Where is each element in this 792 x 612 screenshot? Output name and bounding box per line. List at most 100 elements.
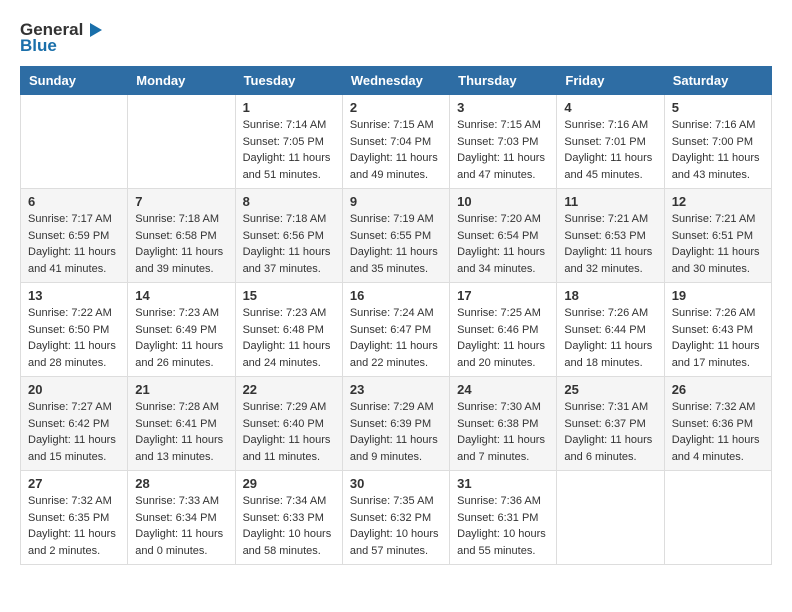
- calendar-cell: 20 Sunrise: 7:27 AM Sunset: 6:42 PM Dayli…: [21, 377, 128, 471]
- day-info: Sunrise: 7:18 AM Sunset: 6:56 PM Dayligh…: [243, 211, 335, 277]
- day-number: 20: [28, 382, 120, 397]
- calendar-cell: 3Sunrise: 7:15 AM Sunset: 7:03 PM Daylig…: [450, 95, 557, 189]
- calendar-week-2: 6 Sunrise: 7:17 AM Sunset: 6:59 PM Daylig…: [21, 189, 772, 283]
- calendar-cell: 19 Sunrise: 7:26 AM Sunset: 6:43 PM Dayli…: [664, 283, 771, 377]
- calendar-header: SundayMondayTuesdayWednesdayThursdayFrid…: [21, 67, 772, 95]
- calendar-cell: 12 Sunrise: 7:21 AM Sunset: 6:51 PM Dayli…: [664, 189, 771, 283]
- weekday-header-friday: Friday: [557, 67, 664, 95]
- day-number: 8: [243, 194, 335, 209]
- day-number: 19: [672, 288, 764, 303]
- page-header: General Blue: [20, 20, 772, 56]
- calendar-cell: 18 Sunrise: 7:26 AM Sunset: 6:44 PM Dayli…: [557, 283, 664, 377]
- calendar-cell: 5 Sunrise: 7:16 AM Sunset: 7:00 PM Daylig…: [664, 95, 771, 189]
- day-number: 10: [457, 194, 549, 209]
- day-info: Sunrise: 7:32 AM Sunset: 6:36 PM Dayligh…: [672, 399, 764, 465]
- day-number: 9: [350, 194, 442, 209]
- calendar-cell: 15 Sunrise: 7:23 AM Sunset: 6:48 PM Dayli…: [235, 283, 342, 377]
- calendar-table: SundayMondayTuesdayWednesdayThursdayFrid…: [20, 66, 772, 565]
- day-info: Sunrise: 7:30 AM Sunset: 6:38 PM Dayligh…: [457, 399, 549, 465]
- day-info: Sunrise: 7:14 AM Sunset: 7:05 PM Dayligh…: [243, 117, 335, 183]
- calendar-cell: 22Sunrise: 7:29 AM Sunset: 6:40 PM Dayli…: [235, 377, 342, 471]
- calendar-cell: 2 Sunrise: 7:15 AM Sunset: 7:04 PM Daylig…: [342, 95, 449, 189]
- day-info: Sunrise: 7:25 AM Sunset: 6:46 PM Dayligh…: [457, 305, 549, 371]
- day-number: 14: [135, 288, 227, 303]
- weekday-header-monday: Monday: [128, 67, 235, 95]
- calendar-cell: 30 Sunrise: 7:35 AM Sunset: 6:32 PM Dayli…: [342, 471, 449, 565]
- day-number: 13: [28, 288, 120, 303]
- day-number: 5: [672, 100, 764, 115]
- day-info: Sunrise: 7:23 AM Sunset: 6:49 PM Dayligh…: [135, 305, 227, 371]
- calendar-cell: [664, 471, 771, 565]
- calendar-cell: [557, 471, 664, 565]
- day-number: 30: [350, 476, 442, 491]
- calendar-week-5: 27 Sunrise: 7:32 AM Sunset: 6:35 PM Dayli…: [21, 471, 772, 565]
- day-info: Sunrise: 7:34 AM Sunset: 6:33 PM Dayligh…: [243, 493, 335, 559]
- calendar-week-3: 13 Sunrise: 7:22 AM Sunset: 6:50 PM Dayli…: [21, 283, 772, 377]
- logo: General Blue: [20, 20, 103, 56]
- calendar-cell: 9 Sunrise: 7:19 AM Sunset: 6:55 PM Daylig…: [342, 189, 449, 283]
- day-number: 15: [243, 288, 335, 303]
- weekday-header-saturday: Saturday: [664, 67, 771, 95]
- calendar-cell: 31 Sunrise: 7:36 AM Sunset: 6:31 PM Dayli…: [450, 471, 557, 565]
- calendar-cell: 26 Sunrise: 7:32 AM Sunset: 6:36 PM Dayli…: [664, 377, 771, 471]
- day-number: 18: [564, 288, 656, 303]
- calendar-cell: 14 Sunrise: 7:23 AM Sunset: 6:49 PM Dayli…: [128, 283, 235, 377]
- day-info: Sunrise: 7:36 AM Sunset: 6:31 PM Dayligh…: [457, 493, 549, 559]
- calendar-cell: 4 Sunrise: 7:16 AM Sunset: 7:01 PM Daylig…: [557, 95, 664, 189]
- day-info: Sunrise: 7:26 AM Sunset: 6:44 PM Dayligh…: [564, 305, 656, 371]
- day-info: Sunrise: 7:21 AM Sunset: 6:53 PM Dayligh…: [564, 211, 656, 277]
- day-info: Sunrise: 7:23 AM Sunset: 6:48 PM Dayligh…: [243, 305, 335, 371]
- day-number: 7: [135, 194, 227, 209]
- day-info: Sunrise: 7:22 AM Sunset: 6:50 PM Dayligh…: [28, 305, 120, 371]
- day-info: Sunrise: 7:29 AM Sunset: 6:39 PM Dayligh…: [350, 399, 442, 465]
- day-info: Sunrise: 7:18 AM Sunset: 6:58 PM Dayligh…: [135, 211, 227, 277]
- day-number: 12: [672, 194, 764, 209]
- day-info: Sunrise: 7:15 AM Sunset: 7:04 PM Dayligh…: [350, 117, 442, 183]
- day-number: 1: [243, 100, 335, 115]
- calendar-cell: [128, 95, 235, 189]
- logo-blue-text: Blue: [20, 36, 57, 56]
- calendar-cell: 25 Sunrise: 7:31 AM Sunset: 6:37 PM Dayli…: [557, 377, 664, 471]
- calendar-cell: 27 Sunrise: 7:32 AM Sunset: 6:35 PM Dayli…: [21, 471, 128, 565]
- calendar-cell: 8 Sunrise: 7:18 AM Sunset: 6:56 PM Daylig…: [235, 189, 342, 283]
- day-info: Sunrise: 7:17 AM Sunset: 6:59 PM Dayligh…: [28, 211, 120, 277]
- day-number: 2: [350, 100, 442, 115]
- calendar-cell: 28Sunrise: 7:33 AM Sunset: 6:34 PM Dayli…: [128, 471, 235, 565]
- day-info: Sunrise: 7:26 AM Sunset: 6:43 PM Dayligh…: [672, 305, 764, 371]
- day-info: Sunrise: 7:35 AM Sunset: 6:32 PM Dayligh…: [350, 493, 442, 559]
- calendar-cell: 23 Sunrise: 7:29 AM Sunset: 6:39 PM Dayli…: [342, 377, 449, 471]
- day-number: 24: [457, 382, 549, 397]
- day-number: 6: [28, 194, 120, 209]
- calendar-cell: 11 Sunrise: 7:21 AM Sunset: 6:53 PM Dayli…: [557, 189, 664, 283]
- day-number: 27: [28, 476, 120, 491]
- calendar-cell: 21Sunrise: 7:28 AM Sunset: 6:41 PM Dayli…: [128, 377, 235, 471]
- calendar-cell: [21, 95, 128, 189]
- day-number: 25: [564, 382, 656, 397]
- weekday-header-sunday: Sunday: [21, 67, 128, 95]
- day-number: 31: [457, 476, 549, 491]
- day-number: 26: [672, 382, 764, 397]
- day-number: 21: [135, 382, 227, 397]
- day-info: Sunrise: 7:19 AM Sunset: 6:55 PM Dayligh…: [350, 211, 442, 277]
- calendar-cell: 10 Sunrise: 7:20 AM Sunset: 6:54 PM Dayli…: [450, 189, 557, 283]
- day-info: Sunrise: 7:21 AM Sunset: 6:51 PM Dayligh…: [672, 211, 764, 277]
- day-number: 4: [564, 100, 656, 115]
- weekday-header-thursday: Thursday: [450, 67, 557, 95]
- calendar-cell: 24 Sunrise: 7:30 AM Sunset: 6:38 PM Dayli…: [450, 377, 557, 471]
- day-number: 23: [350, 382, 442, 397]
- calendar-cell: 1 Sunrise: 7:14 AM Sunset: 7:05 PM Daylig…: [235, 95, 342, 189]
- day-info: Sunrise: 7:20 AM Sunset: 6:54 PM Dayligh…: [457, 211, 549, 277]
- calendar-body: 1 Sunrise: 7:14 AM Sunset: 7:05 PM Daylig…: [21, 95, 772, 565]
- calendar-cell: 17Sunrise: 7:25 AM Sunset: 6:46 PM Dayli…: [450, 283, 557, 377]
- calendar-week-4: 20 Sunrise: 7:27 AM Sunset: 6:42 PM Dayli…: [21, 377, 772, 471]
- calendar-cell: 13 Sunrise: 7:22 AM Sunset: 6:50 PM Dayli…: [21, 283, 128, 377]
- day-number: 22: [243, 382, 335, 397]
- day-info: Sunrise: 7:31 AM Sunset: 6:37 PM Dayligh…: [564, 399, 656, 465]
- logo-triangle-icon: [85, 21, 103, 39]
- day-info: Sunrise: 7:16 AM Sunset: 7:01 PM Dayligh…: [564, 117, 656, 183]
- day-number: 11: [564, 194, 656, 209]
- day-info: Sunrise: 7:16 AM Sunset: 7:00 PM Dayligh…: [672, 117, 764, 183]
- day-info: Sunrise: 7:32 AM Sunset: 6:35 PM Dayligh…: [28, 493, 120, 559]
- day-number: 29: [243, 476, 335, 491]
- day-info: Sunrise: 7:27 AM Sunset: 6:42 PM Dayligh…: [28, 399, 120, 465]
